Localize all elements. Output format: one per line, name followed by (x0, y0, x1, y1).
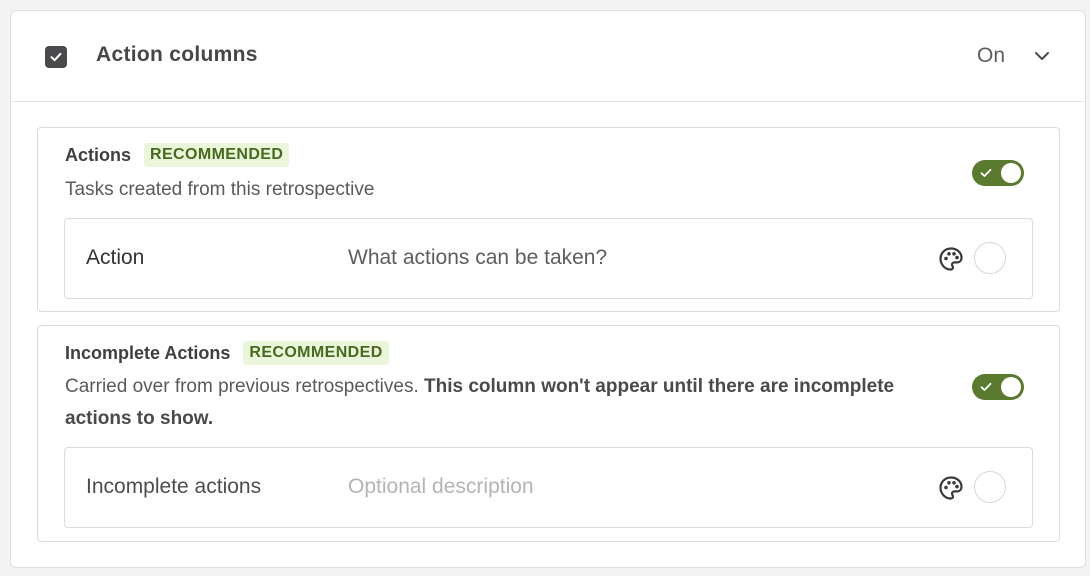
card-title: Incomplete Actions (65, 342, 231, 363)
column-description-placeholder[interactable]: Optional description (348, 475, 534, 499)
toggle-knob (1001, 163, 1021, 183)
panel-header[interactable]: Action columns On (11, 11, 1085, 102)
column-name[interactable]: Action (86, 246, 144, 270)
action-columns-panel: Action columns On Actions RECOMMENDED Ta… (10, 10, 1086, 568)
panel-state: On (977, 44, 1006, 67)
toggle-knob (1001, 377, 1021, 397)
card-description: Tasks created from this retrospective (65, 179, 375, 200)
color-circle-icon[interactable] (974, 471, 1006, 503)
chevron-down-icon[interactable] (1033, 49, 1051, 63)
incomplete-title-row: Incomplete Actions RECOMMENDED (65, 341, 389, 365)
palette-icon[interactable] (938, 475, 964, 501)
actions-toggle[interactable] (972, 160, 1024, 186)
check-icon (980, 168, 992, 177)
incomplete-actions-card: Incomplete Actions RECOMMENDED Carried o… (37, 325, 1060, 542)
column-description[interactable]: What actions can be taken? (348, 246, 607, 270)
check-icon (980, 382, 992, 391)
column-name[interactable]: Incomplete actions (86, 475, 261, 499)
column-row[interactable]: Action What actions can be taken? (64, 218, 1033, 299)
recommended-badge: RECOMMENDED (243, 341, 389, 365)
incomplete-actions-toggle[interactable] (972, 374, 1024, 400)
checkbox-checked-icon[interactable] (45, 46, 67, 68)
card-description: Carried over from previous retrospective… (65, 371, 925, 435)
panel-title: Action columns (96, 43, 258, 66)
color-circle-icon[interactable] (974, 242, 1006, 274)
actions-card: Actions RECOMMENDED Tasks created from t… (37, 127, 1060, 312)
card-title: Actions (65, 144, 132, 165)
palette-icon[interactable] (938, 246, 964, 272)
column-row[interactable]: Incomplete actions Optional description (64, 447, 1033, 528)
actions-title-row: Actions RECOMMENDED (65, 143, 290, 167)
recommended-badge: RECOMMENDED (144, 143, 290, 167)
description-plain: Carried over from previous retrospective… (65, 376, 425, 397)
